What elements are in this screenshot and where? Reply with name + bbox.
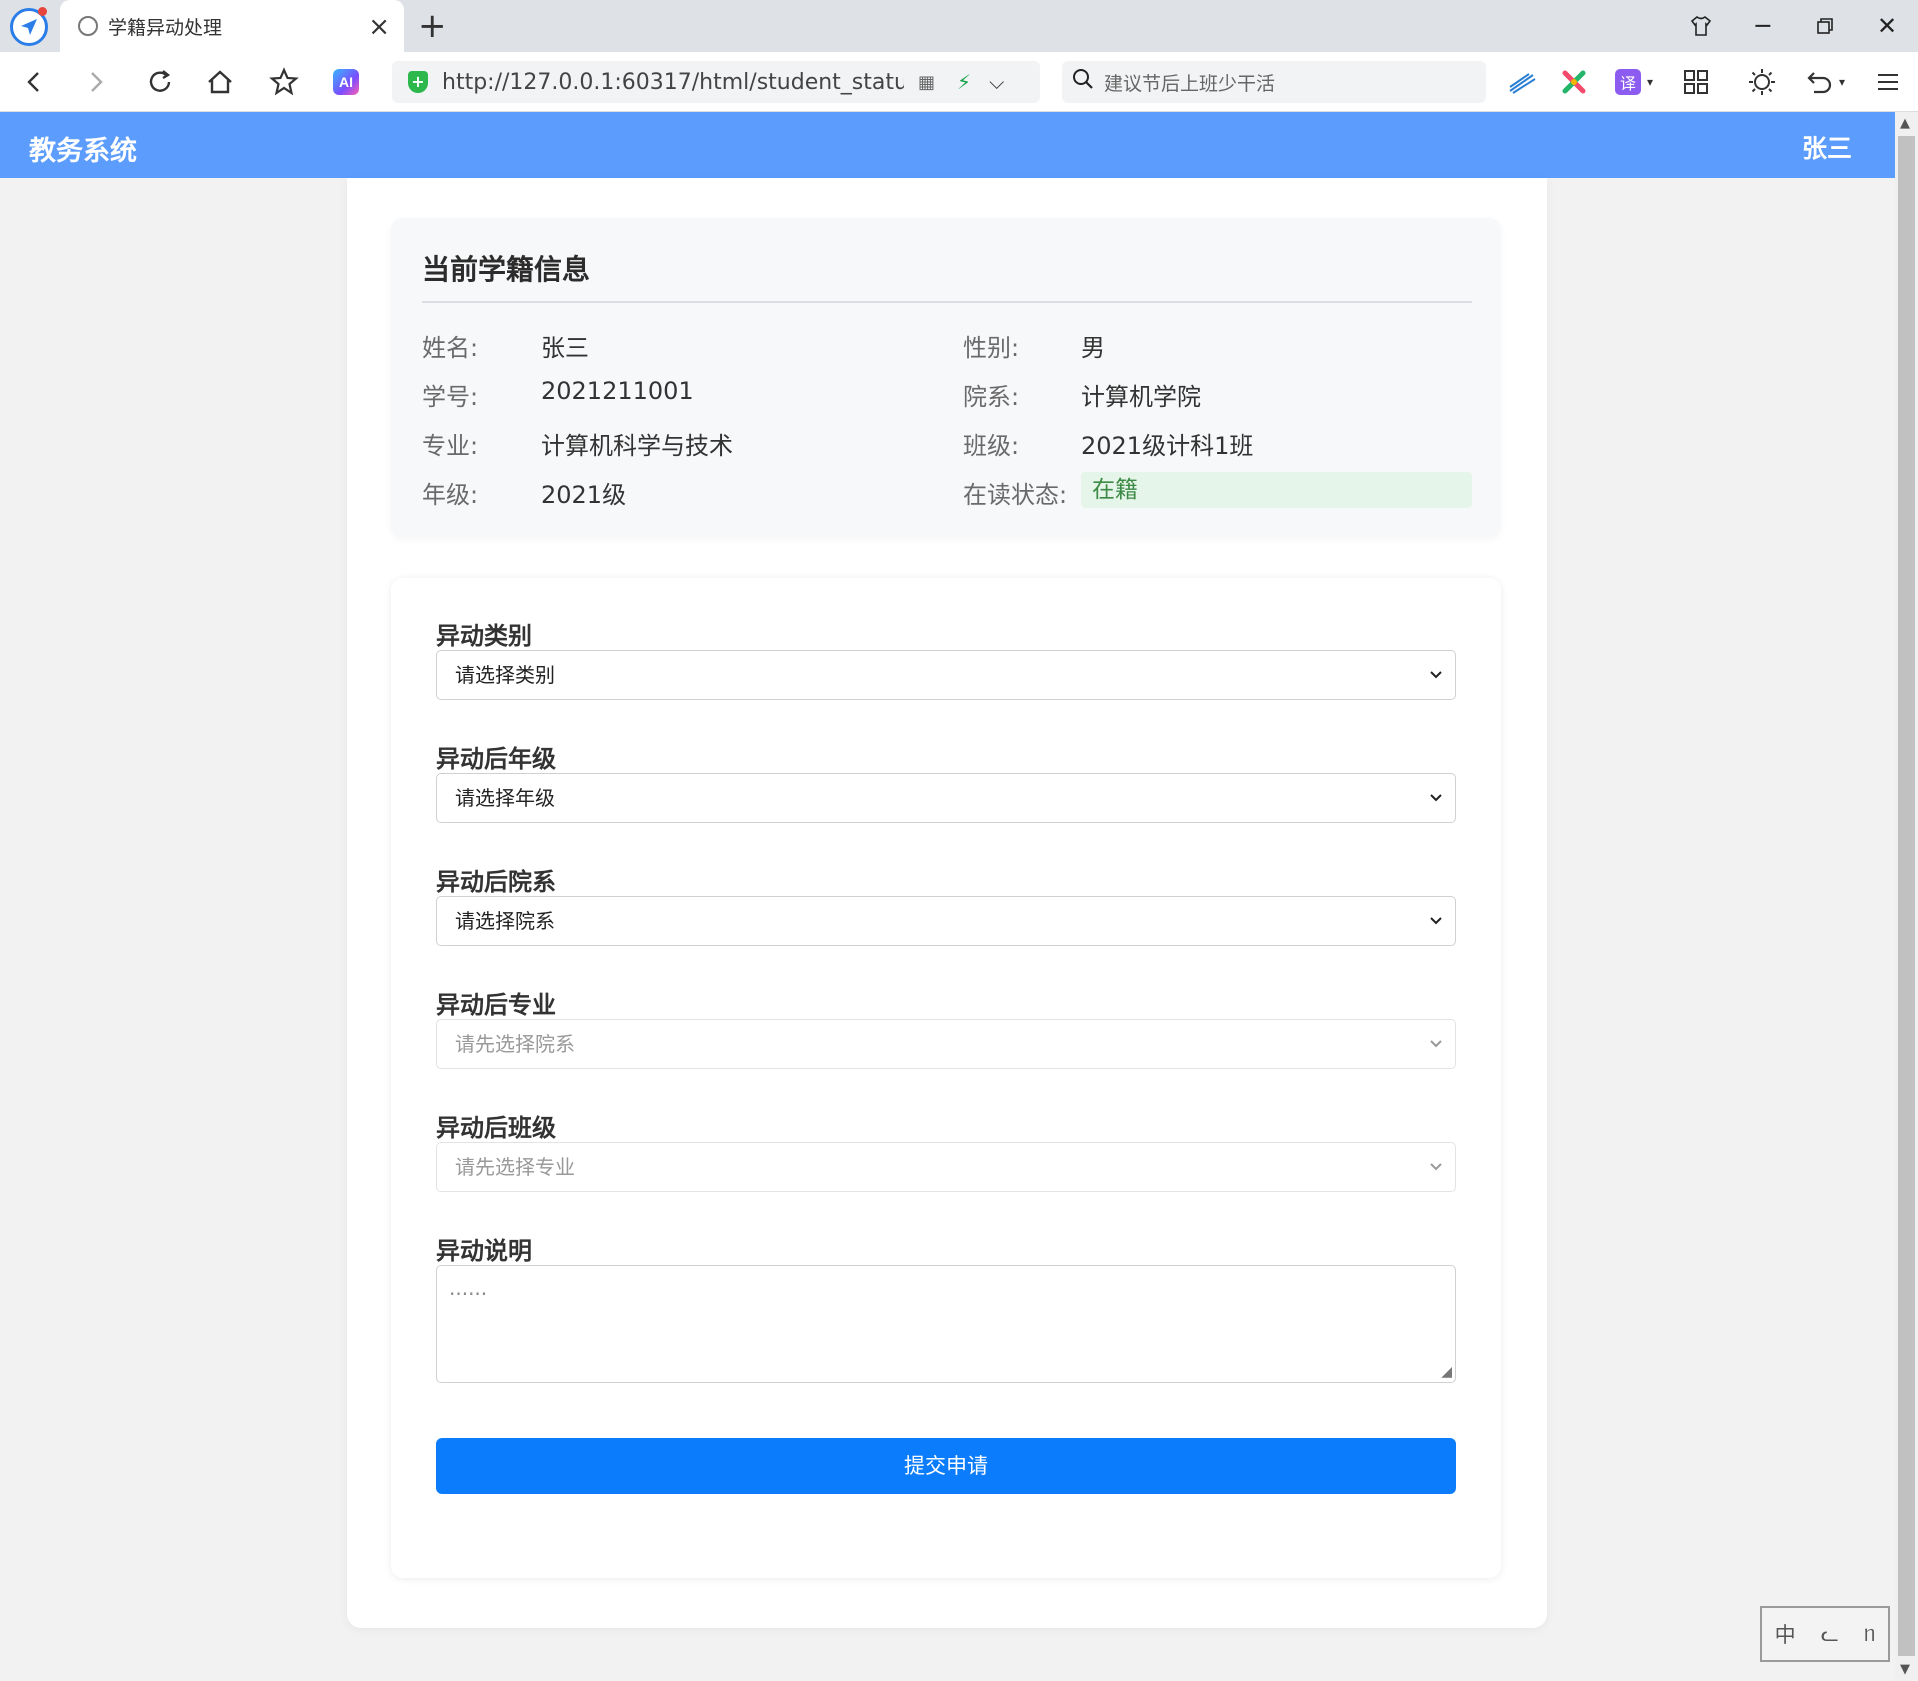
info-label: 在读状态: (963, 481, 1068, 509)
ime-toolbar[interactable]: 中 ᓚ ᥒ (1760, 1606, 1890, 1662)
select-value: 请选择类别 (455, 663, 555, 687)
new-grade-select[interactable]: 请选择年级 (436, 773, 1456, 823)
minimize-button[interactable]: ─ (1732, 0, 1794, 52)
new-department-select[interactable]: 请选择院系 (436, 896, 1456, 946)
restore-button[interactable] (1794, 0, 1856, 52)
info-value: 张三 (541, 334, 589, 362)
info-divider (422, 301, 1472, 303)
chevron-down-icon[interactable]: ⌵ (989, 70, 1004, 94)
back-icon[interactable] (14, 62, 54, 102)
info-value: 计算机学院 (1081, 383, 1201, 411)
user-name[interactable]: 张三 (1802, 129, 1852, 165)
chevron-down-icon (1429, 774, 1443, 841)
qr-code-icon[interactable]: ▦ (918, 72, 935, 93)
bookmark-star-icon[interactable] (264, 62, 304, 102)
change-type-label: 异动类别 (436, 622, 532, 650)
select-value: 请先选择专业 (455, 1155, 575, 1179)
new-major-select[interactable]: 请先选择院系 (436, 1019, 1456, 1069)
apps-grid-icon[interactable] (1678, 64, 1714, 100)
description-textarea[interactable]: ...... ◢ (436, 1265, 1456, 1383)
ai-assistant-icon[interactable]: AI (326, 62, 366, 102)
info-value: 计算机科学与技术 (541, 432, 733, 460)
forward-icon[interactable] (76, 62, 116, 102)
info-card-title: 当前学籍信息 (422, 253, 591, 286)
close-window-button[interactable]: ✕ (1856, 0, 1918, 52)
student-info-card: 当前学籍信息 姓名: 张三 性别: 男 学号: 2021211001 院系: 计… (391, 218, 1501, 538)
scroll-up-arrow-icon[interactable]: ▲ (1900, 116, 1910, 131)
status-badge: 在籍 (1081, 472, 1472, 508)
info-row: 专业: 计算机科学与技术 班级: 2021级计科1班 (391, 422, 1501, 462)
menu-icon[interactable] (1870, 64, 1906, 100)
chevron-down-icon (1429, 897, 1443, 964)
info-label: 性别: (963, 334, 1020, 362)
url-text[interactable]: http://127.0.0.1:60317/html/student_stat… (442, 70, 904, 95)
info-value: 2021211001 (541, 377, 694, 405)
change-type-select[interactable]: 请选择类别 (436, 650, 1456, 700)
select-value: 请选择院系 (455, 909, 555, 933)
new-tab-button[interactable]: + (418, 6, 447, 46)
resize-grip-icon[interactable]: ◢ (1441, 1364, 1452, 1380)
browser-toolbar: AI + http://127.0.0.1:60317/html/student… (0, 52, 1918, 112)
ime-settings-icon[interactable]: ᥒ (1864, 1622, 1875, 1647)
address-bar[interactable]: + http://127.0.0.1:60317/html/student_st… (392, 61, 1040, 103)
globe-icon (78, 16, 98, 36)
info-label: 班级: (963, 432, 1020, 460)
chevron-down-icon (1429, 1020, 1443, 1087)
info-row: 年级: 2021级 在读状态: 在籍 (391, 471, 1501, 511)
ime-moon-icon[interactable]: ᓚ (1821, 1622, 1839, 1646)
info-value: 男 (1081, 334, 1105, 362)
vertical-scrollbar[interactable]: ▲ ▼ (1895, 112, 1918, 1681)
notification-dot-icon (38, 7, 47, 16)
search-icon (1072, 68, 1094, 96)
home-icon[interactable] (200, 62, 240, 102)
tab-close-icon[interactable]: × (368, 12, 390, 42)
brightness-icon[interactable] (1744, 64, 1780, 100)
info-row: 姓名: 张三 性别: 男 (391, 324, 1501, 364)
browser-tab-active[interactable]: 学籍异动处理 × (60, 0, 404, 52)
info-label: 院系: (963, 383, 1020, 411)
info-label: 学号: (422, 383, 479, 411)
secure-shield-icon: + (408, 71, 428, 93)
info-row: 学号: 2021211001 院系: 计算机学院 (391, 373, 1501, 413)
tab-title: 学籍异动处理 (108, 16, 223, 39)
submit-button[interactable]: 提交申请 (436, 1438, 1456, 1494)
textarea-placeholder: ...... (449, 1276, 488, 1300)
search-placeholder: 建议节后上班少干活 (1104, 72, 1276, 95)
description-label: 异动说明 (436, 1237, 532, 1265)
undo-dropdown-icon[interactable]: ▾ (1832, 64, 1852, 100)
select-value: 请选择年级 (455, 786, 555, 810)
lightning-icon[interactable]: ⚡ (957, 70, 971, 94)
new-major-label: 异动后专业 (436, 991, 556, 1019)
app-title[interactable]: 教务系统 (29, 129, 137, 168)
page-viewport: 教务系统 张三 当前学籍信息 姓名: 张三 性别: 男 学号: 20212110… (0, 112, 1895, 1681)
scroll-down-arrow-icon[interactable]: ▼ (1900, 1662, 1910, 1677)
new-class-select[interactable]: 请先选择专业 (436, 1142, 1456, 1192)
new-department-label: 异动后院系 (436, 868, 556, 896)
info-value: 2021级计科1班 (1081, 432, 1254, 460)
info-value: 2021级 (541, 481, 627, 509)
ime-mode-chinese[interactable]: 中 (1775, 1619, 1796, 1649)
pen-extension-icon[interactable] (1504, 64, 1540, 100)
colorful-x-extension-icon[interactable] (1556, 64, 1592, 100)
scrollbar-thumb[interactable] (1898, 136, 1915, 1656)
status-change-form: 异动类别 请选择类别 异动后年级 请选择年级 异动后院系 请选择院系 异动后专业… (391, 578, 1501, 1578)
select-value: 请先选择院系 (455, 1032, 575, 1056)
chevron-down-icon (1429, 651, 1443, 718)
new-class-label: 异动后班级 (436, 1114, 556, 1142)
app-header: 教务系统 张三 (0, 112, 1895, 178)
chevron-down-icon (1429, 1143, 1443, 1210)
browser-logo-icon[interactable] (10, 7, 48, 46)
info-label: 年级: (422, 481, 479, 509)
shirt-skin-icon[interactable] (1670, 0, 1732, 52)
browser-tabbar: 学籍异动处理 × + ─ ✕ (0, 0, 1918, 52)
window-controls: ─ ✕ (1670, 0, 1918, 52)
search-bar[interactable]: 建议节后上班少干活 (1062, 61, 1486, 103)
main-card: 当前学籍信息 姓名: 张三 性别: 男 学号: 2021211001 院系: 计… (347, 178, 1547, 1628)
new-grade-label: 异动后年级 (436, 745, 556, 773)
info-label: 专业: (422, 432, 479, 460)
translate-dropdown-icon[interactable]: ▾ (1640, 64, 1660, 100)
reload-icon[interactable] (140, 62, 180, 102)
info-label: 姓名: (422, 334, 479, 362)
